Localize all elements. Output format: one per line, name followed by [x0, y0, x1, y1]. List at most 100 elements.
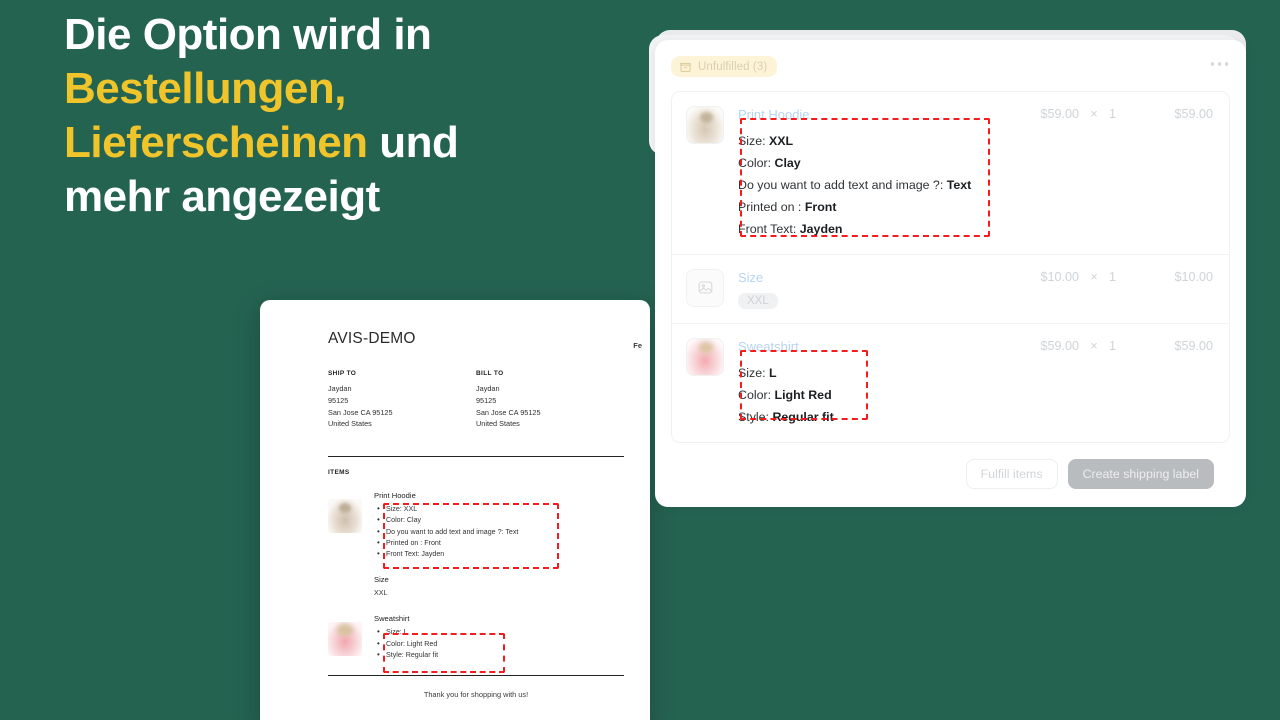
line-item: Sweatshirt Size: L Color: Light Red Styl… [672, 323, 1229, 442]
option-label: Color: [738, 388, 772, 403]
multiply-symbol: × [1090, 339, 1098, 354]
kebab-dot [1210, 62, 1214, 66]
quantity: 1 [1109, 107, 1117, 121]
unit-price: $59.00 [1040, 339, 1079, 354]
line-items-container: Print Hoodie Size: XXL Color: Clay Do yo… [671, 91, 1230, 444]
line-item-option: Do you want to add text and image ?: Tex… [738, 174, 1007, 196]
multiply-symbol: × [1090, 107, 1098, 121]
invoice-option: Do you want to add text and image ?: Tex… [377, 526, 624, 539]
image-icon [698, 281, 712, 294]
option-label: Size: [738, 133, 766, 148]
headline-line-3: Lieferscheinen und [64, 116, 624, 170]
dress-thumbnail [328, 622, 362, 657]
fulfill-items-button[interactable]: Fulfill items [965, 459, 1058, 490]
headline-line-3-highlight: Lieferscheinen [64, 118, 368, 168]
line-total: $10.00 [1174, 269, 1213, 284]
ship-to-line: 95125 [328, 395, 349, 405]
line-item-variant-badge: XXL [738, 293, 778, 310]
line-item-title-link[interactable]: Sweatshirt [738, 338, 1007, 356]
invoice-bottom-divider [328, 675, 624, 677]
fulfillment-actions: Fulfill items Create shipping label [671, 443, 1230, 493]
invoice-items-heading: ITEMS [328, 469, 350, 477]
invoice-option: Front Text: Jayden [377, 548, 624, 561]
packing-slip-document: AVIS-DEMO Fe SHIP TO Jaydan 95125 San Jo… [260, 300, 650, 720]
invoice-item-variant: XXL [374, 589, 388, 598]
option-value: L [769, 366, 777, 381]
line-item-main: Print Hoodie Size: XXL Color: Clay Do yo… [738, 106, 1007, 240]
more-horizontal-icon[interactable] [1210, 62, 1228, 66]
create-shipping-label-button[interactable]: Create shipping label [1067, 459, 1214, 490]
invoice-option: Color: Clay [377, 514, 624, 527]
bill-to-line: Jaydan [476, 384, 500, 393]
line-total: $59.00 [1174, 339, 1213, 354]
invoice-item: Print Hoodie Size: XXL Color: Clay Do yo… [328, 489, 624, 561]
option-label: Do you want to add text and image ?: [738, 177, 944, 192]
invoice-item-body: Size XXL [374, 573, 624, 599]
invoice-item-options: Size: L Color: Light Red Style: Regular … [374, 626, 624, 662]
line-item-pricing: $10.00 × 1 $10.00 [1007, 269, 1213, 310]
hoodie-thumbnail [686, 106, 724, 144]
order-detail-stack: Unfulfilled (3) Print Hoodie Size: XXL C… [642, 30, 1246, 720]
option-value: Regular fit [772, 410, 834, 425]
line-item-option: Color: Light Red [738, 384, 1007, 406]
status-badge-label: Unfulfilled (3) [698, 60, 768, 73]
invoice-address-row: SHIP TO Jaydan 95125 San Jose CA 95125 U… [328, 370, 624, 430]
option-label: Front Text: [738, 221, 797, 236]
invoice-option: Size: XXL [377, 503, 624, 516]
line-item-main: Size XXL [738, 269, 1007, 310]
fulfillment-panel: Unfulfilled (3) Print Hoodie Size: XXL C… [655, 40, 1246, 508]
bill-to-line: San Jose CA 95125 [476, 407, 541, 417]
line-item-option: Printed on : Front [738, 196, 1007, 218]
headline-line-2-highlight: Bestellungen, [64, 64, 347, 114]
option-label: Printed on : [738, 199, 802, 214]
invoice-footer-text: Thank you for shopping with us! [423, 690, 529, 700]
option-value: Jayden [799, 221, 843, 236]
line-item-option: Color: Clay [738, 152, 1007, 174]
ship-to-line: United States [328, 419, 372, 429]
headline-line-1: Die Option wird in [64, 10, 432, 59]
ship-to-line: San Jose CA 95125 [328, 407, 393, 417]
line-item-pricing: $59.00 × 1 $59.00 [1007, 338, 1213, 428]
quantity: 1 [1109, 269, 1117, 284]
headline-line-4: mehr angezeigt [64, 172, 380, 222]
option-label: Size: [738, 366, 766, 381]
invoice-item: Sweatshirt Size: L Color: Light Red Styl… [328, 612, 624, 662]
bill-to-line: 95125 [476, 395, 497, 405]
bill-to-block: BILL TO Jaydan 95125 San Jose CA 95125 U… [476, 370, 624, 430]
bill-to-heading: BILL TO [476, 370, 504, 377]
invoice-shop-title: AVIS-DEMO [328, 330, 416, 347]
option-value: XXL [769, 133, 794, 148]
headline-line-3-rest: und [367, 118, 459, 168]
ship-to-block: SHIP TO Jaydan 95125 San Jose CA 95125 U… [328, 370, 476, 430]
option-value: Front [804, 199, 837, 214]
invoice-option: Style: Regular fit [377, 649, 624, 662]
dress-thumbnail [686, 338, 724, 377]
bill-to-line: United States [476, 419, 520, 429]
line-item-title-link[interactable]: Size [738, 269, 1007, 287]
hoodie-thumbnail [328, 499, 362, 534]
quantity: 1 [1109, 339, 1117, 354]
package-icon [680, 62, 691, 73]
line-total: $59.00 [1174, 107, 1213, 121]
invoice-option: Size: L [377, 626, 624, 639]
invoice-option: Printed on : Front [377, 537, 624, 550]
invoice-item: Size XXL [328, 573, 624, 599]
line-item-options: Size: XXL Color: Clay Do you want to add… [738, 130, 1007, 240]
line-item-option: Front Text: Jayden [738, 218, 1007, 240]
kebab-dot [1224, 62, 1228, 66]
option-value: Clay [774, 155, 801, 170]
kebab-dot [1217, 62, 1221, 66]
status-badge-unfulfilled: Unfulfilled (3) [671, 56, 778, 77]
invoice-item-name: Print Hoodie [374, 491, 416, 501]
option-label: Color: [738, 155, 772, 170]
line-item-options: Size: L Color: Light Red Style: Regular … [738, 362, 1007, 428]
invoice-divider [328, 456, 624, 458]
invoice-item-thumb-empty [328, 573, 362, 599]
ship-to-line: Jaydan [328, 384, 352, 393]
line-item-title-link[interactable]: Print Hoodie [738, 106, 1007, 124]
invoice-date: Fe [633, 341, 642, 350]
image-placeholder-icon [686, 268, 724, 307]
line-item-pricing: $59.00 × 1 $59.00 [1007, 106, 1213, 240]
page-headline: Die Option wird in Bestellungen, Liefers… [64, 8, 624, 224]
unit-price: $10.00 [1040, 269, 1079, 284]
